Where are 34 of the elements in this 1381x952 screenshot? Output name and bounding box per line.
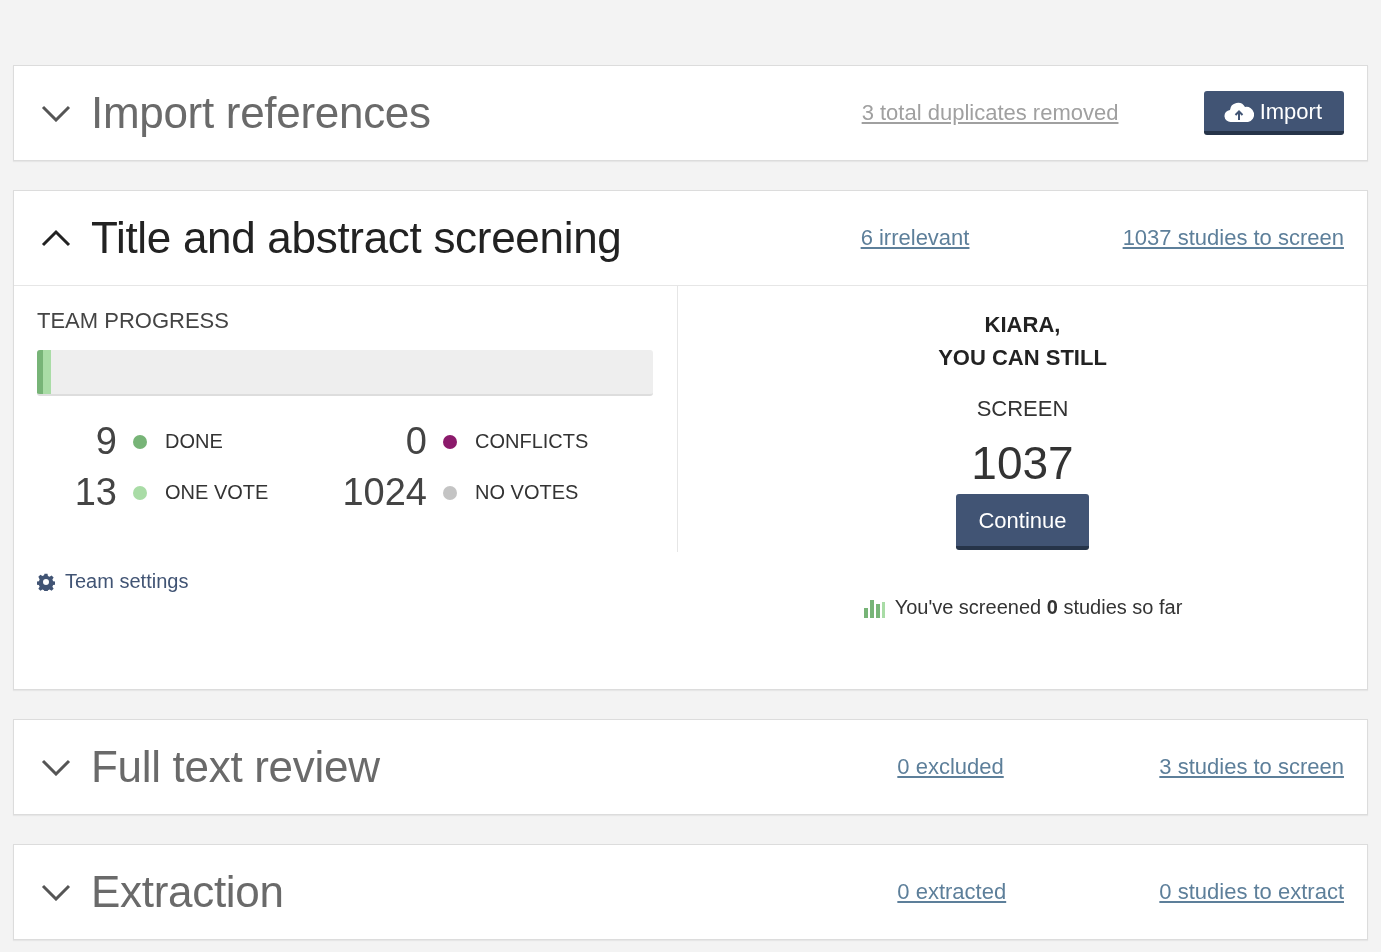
stat-count: 1024: [341, 471, 427, 514]
section-title[interactable]: Title and abstract screening: [91, 213, 861, 263]
link[interactable]: 6 irrelevant: [860, 225, 1123, 251]
stat-label: NO VOTES: [475, 481, 579, 504]
settings-icon: [37, 572, 55, 591]
link[interactable]: 0 studies to extract: [1159, 879, 1344, 905]
remaining-count: 1037: [971, 436, 1074, 490]
stat-label: DONE: [165, 430, 223, 453]
chevron-down-icon[interactable]: [41, 104, 71, 122]
section-title[interactable]: Extraction: [91, 867, 898, 917]
screen-label: SCREEN: [976, 396, 1069, 422]
screened-note: You've screened 0 studies so far: [894, 596, 1183, 619]
link[interactable]: 0 extracted: [897, 879, 1160, 905]
section-title[interactable]: Import references: [91, 88, 862, 138]
continue-button[interactable]: Continue: [956, 494, 1089, 550]
cloud-upload-icon: [1223, 101, 1254, 123]
section-label: TEAM PROGRESS: [37, 308, 230, 334]
stat-count: 9: [94, 420, 117, 463]
chevron-up-icon[interactable]: [41, 229, 71, 247]
bar-chart-icon: [862, 597, 885, 618]
stat-count: 13: [73, 471, 117, 514]
section-title[interactable]: Full text review: [91, 742, 898, 792]
greeting-text: KIARA,: [984, 311, 1061, 339]
link[interactable]: 0 excluded: [897, 754, 1160, 780]
chevron-down-icon[interactable]: [41, 758, 71, 776]
stat-label: CONFLICTS: [475, 430, 589, 453]
stat-count: 0: [404, 420, 427, 463]
link[interactable]: 1037 studies to screen: [1122, 225, 1344, 251]
link[interactable]: 3 studies to screen: [1159, 754, 1344, 780]
team-settings-link[interactable]: Team settings: [65, 570, 189, 593]
greeting-text: YOU CAN STILL: [938, 344, 1107, 372]
stat-label: ONE VOTE: [165, 481, 269, 504]
import-button[interactable]: Import: [1203, 91, 1344, 135]
chevron-down-icon[interactable]: [41, 883, 71, 901]
